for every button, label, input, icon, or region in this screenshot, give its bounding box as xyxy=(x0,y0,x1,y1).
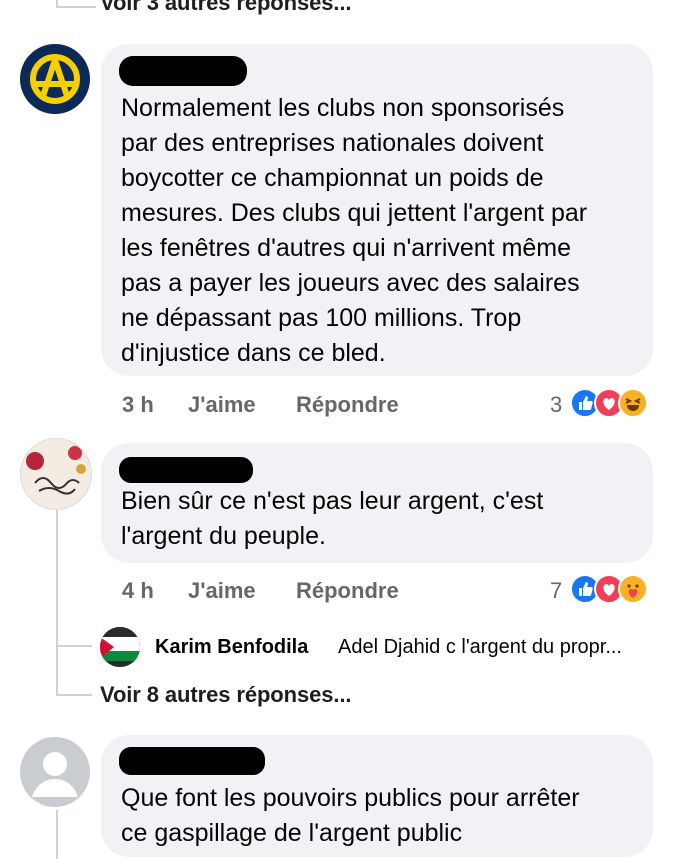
redacted-author-name xyxy=(119,457,253,483)
timestamp[interactable]: 4 h xyxy=(122,578,154,604)
timestamp[interactable]: 3 h xyxy=(122,392,154,418)
view-more-replies-link[interactable]: Voir 3 autres réponses... xyxy=(100,0,352,16)
haha-icon xyxy=(618,388,648,418)
redacted-author-name xyxy=(119,56,247,86)
reactions-summary[interactable] xyxy=(570,574,660,606)
comment-text: Bien sûr ce n'est pas leur argent, c'est… xyxy=(121,487,544,550)
reaction-count[interactable]: 3 xyxy=(550,392,562,418)
like-button[interactable]: J'aime xyxy=(188,392,256,418)
thread-line xyxy=(56,510,58,695)
comment-text: Normalement les clubs non sponsorisés pa… xyxy=(121,94,588,367)
thread-line xyxy=(56,6,96,8)
thread-line xyxy=(56,810,58,859)
default-user-icon xyxy=(20,737,90,807)
comment-meta: 3 h xyxy=(122,392,154,418)
avatar[interactable] xyxy=(20,44,90,114)
reply-button[interactable]: Répondre xyxy=(296,578,399,604)
reply-preview-text[interactable]: Adel Djahid c l'argent du propr... xyxy=(338,636,622,659)
calligraphy-avatar-icon xyxy=(21,439,91,509)
comment-text: Que font les pouvoirs publics pour arrêt… xyxy=(121,784,580,847)
reply-author-name[interactable]: Karim Benfodila xyxy=(155,636,308,659)
avatar[interactable] xyxy=(20,438,92,510)
comment-bubble: Que font les pouvoirs publics pour arrêt… xyxy=(101,735,653,857)
anarchy-logo-icon xyxy=(22,46,88,112)
thread-line xyxy=(56,645,92,647)
flag-avatar-icon xyxy=(100,627,140,667)
comment-bubble: Bien sûr ce n'est pas leur argent, c'est… xyxy=(101,443,653,563)
like-button[interactable]: J'aime xyxy=(188,578,256,604)
reaction-count[interactable]: 7 xyxy=(550,578,562,604)
comment-bubble: Normalement les clubs non sponsorisés pa… xyxy=(101,44,653,376)
reply-author-avatar[interactable] xyxy=(100,627,140,667)
reactions-summary[interactable] xyxy=(570,388,660,420)
thread-line xyxy=(56,694,92,696)
view-more-replies-link[interactable]: Voir 8 autres réponses... xyxy=(100,682,352,708)
avatar[interactable] xyxy=(20,737,90,807)
reply-button[interactable]: Répondre xyxy=(296,392,399,418)
redacted-author-name xyxy=(119,747,265,775)
care-icon xyxy=(618,574,648,604)
